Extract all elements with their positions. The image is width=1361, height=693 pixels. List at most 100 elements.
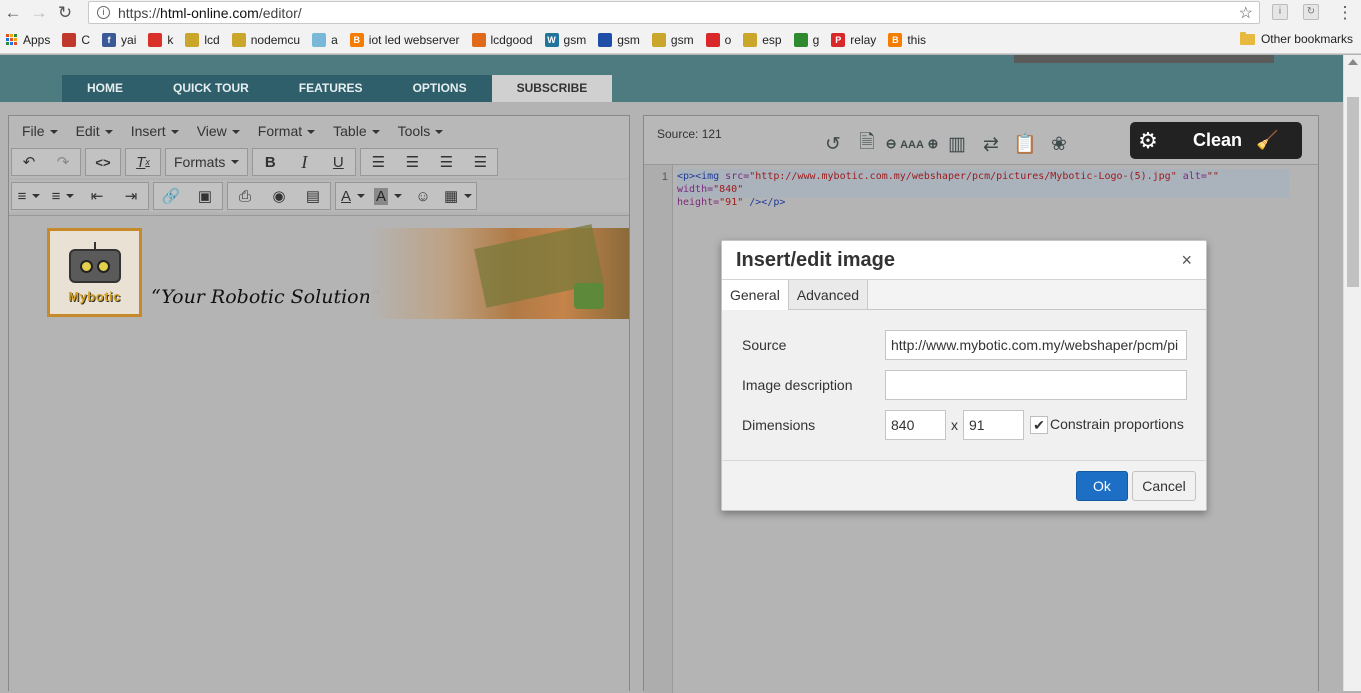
wordpress-icon: W bbox=[544, 32, 559, 47]
banner-image[interactable]: Mybotic “Your Robotic Solution” bbox=[47, 224, 629, 319]
bookmark-item[interactable]: g bbox=[793, 32, 819, 47]
extension-info-icon[interactable]: i bbox=[1272, 4, 1288, 20]
palette-icon[interactable]: ❀ bbox=[1042, 133, 1076, 156]
bookmark-item[interactable]: Wgsm bbox=[544, 32, 586, 47]
bookmark-item[interactable]: nodemcu bbox=[231, 32, 300, 47]
history-group: ↶ ↷ bbox=[11, 148, 81, 176]
sync-icon[interactable]: ⇄ bbox=[974, 133, 1008, 156]
bookmark-item[interactable]: k bbox=[148, 32, 173, 47]
ok-button[interactable]: Ok bbox=[1076, 471, 1128, 501]
other-bookmarks[interactable]: Other bookmarks bbox=[1239, 31, 1353, 46]
clean-button[interactable]: ⚙ Clean 🧹 bbox=[1130, 122, 1302, 159]
description-input[interactable] bbox=[885, 370, 1187, 400]
align-left-icon[interactable]: ☰ bbox=[361, 149, 395, 175]
align-right-icon[interactable]: ☰ bbox=[429, 149, 463, 175]
bookmark-item[interactable]: gsm bbox=[598, 32, 640, 47]
line-gutter: 1 bbox=[644, 165, 673, 693]
scroll-up-arrow-icon[interactable] bbox=[1348, 59, 1358, 65]
bookmark-item[interactable]: a bbox=[312, 32, 338, 47]
nav-options[interactable]: OPTIONS bbox=[387, 75, 492, 102]
bookmark-item[interactable]: Prelay bbox=[831, 32, 876, 47]
source-input[interactable]: http://www.mybotic.com.my/webshaper/pcm/… bbox=[885, 330, 1187, 360]
underline-icon[interactable]: U bbox=[321, 149, 355, 175]
close-icon[interactable]: × bbox=[1181, 250, 1192, 271]
bullet-list-icon[interactable]: ≡ bbox=[12, 183, 46, 209]
clear-format-group: Tx bbox=[125, 148, 161, 176]
bookmark-apps[interactable]: Apps bbox=[6, 33, 50, 47]
italic-icon[interactable]: I bbox=[287, 149, 321, 175]
bookmark-item[interactable]: gsm bbox=[651, 32, 694, 47]
source-count: Source: 121 bbox=[657, 127, 722, 141]
numbered-list-icon[interactable]: ≡ bbox=[46, 183, 80, 209]
link-icon[interactable]: 🔗 bbox=[154, 183, 188, 209]
new-document-icon[interactable]: 🗎 bbox=[850, 128, 884, 160]
copy-icon[interactable]: 📋 bbox=[1008, 132, 1042, 156]
width-input[interactable]: 840 bbox=[885, 410, 946, 440]
facebook-icon: f bbox=[102, 32, 117, 47]
height-input[interactable]: 91 bbox=[963, 410, 1024, 440]
bold-icon[interactable]: B bbox=[253, 149, 287, 175]
cancel-button[interactable]: Cancel bbox=[1132, 471, 1196, 501]
back-arrow-icon[interactable]: ← bbox=[0, 3, 26, 23]
print-icon[interactable]: ⎙ bbox=[228, 183, 262, 209]
redo-icon[interactable]: ↷ bbox=[46, 149, 80, 175]
bookmark-item[interactable]: f yai bbox=[102, 32, 136, 47]
undo-icon[interactable]: ↺ bbox=[816, 133, 850, 156]
address-bar[interactable]: i https://html-online.com/editor/ ☆ bbox=[88, 1, 1260, 24]
table-icon[interactable]: ▦ bbox=[440, 183, 476, 209]
page-scrollbar[interactable] bbox=[1343, 55, 1361, 691]
preview-eye-icon[interactable]: ◉ bbox=[262, 183, 296, 209]
extension-icon[interactable]: ↻ bbox=[1303, 4, 1319, 20]
code-line[interactable]: <p><img src="http://www.mybotic.com.my/w… bbox=[677, 169, 1289, 208]
editor-content[interactable]: Mybotic “Your Robotic Solution” bbox=[9, 215, 629, 692]
bookmark-item[interactable]: lcdgood bbox=[471, 32, 533, 47]
indent-icon[interactable]: ⇥ bbox=[114, 183, 148, 209]
menu-kebab-icon[interactable]: ⋮ bbox=[1332, 3, 1358, 23]
reload-icon[interactable]: ↻ bbox=[52, 3, 78, 23]
nav-quick-tour[interactable]: QUICK TOUR bbox=[148, 75, 274, 102]
bookmark-star-icon[interactable]: ☆ bbox=[1239, 3, 1253, 23]
wrap-icon[interactable]: ▥ bbox=[940, 133, 974, 156]
site-header: HOME QUICK TOUR FEATURES OPTIONS SUBSCRI… bbox=[0, 55, 1343, 102]
bookmark-item[interactable]: Bthis bbox=[888, 32, 926, 47]
image-icon[interactable]: ▣ bbox=[188, 183, 222, 209]
menu-table[interactable]: Table bbox=[324, 123, 388, 139]
clear-formatting-icon[interactable]: Tx bbox=[126, 149, 160, 175]
bookmark-item[interactable]: o bbox=[705, 32, 731, 47]
page-info-icon[interactable]: i bbox=[97, 6, 110, 19]
tab-advanced[interactable]: Advanced bbox=[788, 280, 869, 309]
align-justify-icon[interactable]: ☰ bbox=[463, 149, 497, 175]
menu-format[interactable]: Format bbox=[249, 123, 324, 139]
source-code-icon[interactable]: <> bbox=[86, 149, 120, 175]
bookmark-item[interactable]: C bbox=[62, 32, 90, 47]
constrain-checkbox[interactable]: ✔ bbox=[1030, 416, 1048, 434]
background-color-icon[interactable]: A bbox=[370, 183, 406, 209]
emoticon-icon[interactable]: ☺ bbox=[406, 183, 440, 209]
formats-dropdown[interactable]: Formats bbox=[166, 149, 247, 175]
bookmark-favicon-icon bbox=[705, 32, 720, 47]
scroll-thumb[interactable] bbox=[1347, 97, 1359, 287]
blogger-icon: B bbox=[349, 32, 364, 47]
folder-icon bbox=[1239, 31, 1255, 45]
bookmark-item[interactable]: esp bbox=[743, 32, 782, 47]
nav-home[interactable]: HOME bbox=[62, 75, 148, 102]
description-row: Image description bbox=[722, 370, 1206, 400]
menu-view[interactable]: View bbox=[188, 123, 249, 139]
bookmark-item[interactable]: lcd bbox=[185, 32, 220, 47]
gear-icon[interactable]: ⚙ bbox=[1136, 128, 1160, 154]
undo-icon[interactable]: ↶ bbox=[12, 149, 46, 175]
outdent-icon[interactable]: ⇤ bbox=[80, 183, 114, 209]
bookmark-item[interactable]: Biot led webserver bbox=[349, 32, 460, 47]
menu-file[interactable]: File bbox=[13, 123, 67, 139]
menu-tools[interactable]: Tools bbox=[389, 123, 453, 139]
text-color-icon[interactable]: A bbox=[336, 183, 370, 209]
nav-features[interactable]: FEATURES bbox=[273, 75, 388, 102]
menu-insert[interactable]: Insert bbox=[122, 123, 188, 139]
media-film-icon[interactable]: ▤ bbox=[296, 183, 330, 209]
menu-edit[interactable]: Edit bbox=[67, 123, 122, 139]
forward-arrow-icon[interactable]: → bbox=[26, 3, 52, 23]
nav-subscribe[interactable]: SUBSCRIBE bbox=[491, 75, 613, 102]
align-center-icon[interactable]: ☰ bbox=[395, 149, 429, 175]
tab-general[interactable]: General bbox=[722, 280, 789, 311]
font-size-control[interactable]: ⊖ AAA ⊕ bbox=[884, 136, 940, 152]
